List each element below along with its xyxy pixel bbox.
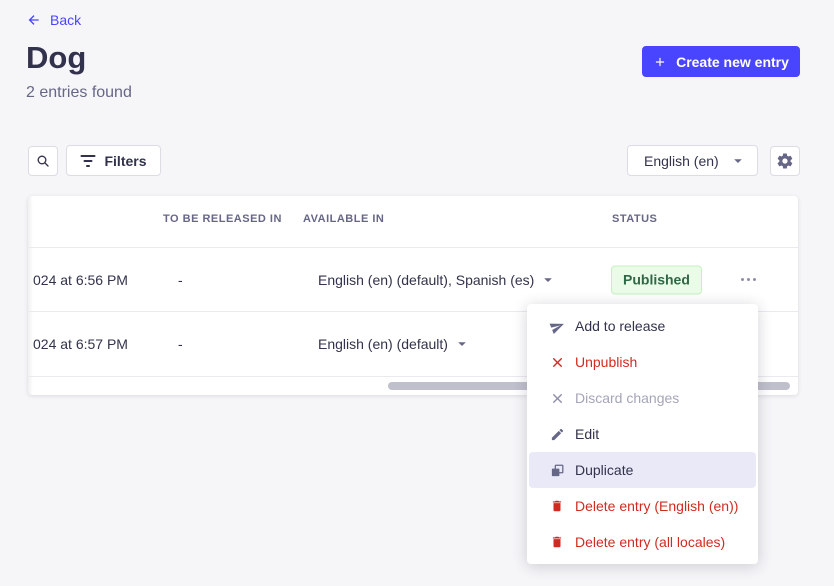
updated-at-cell: 024 at 6:56 PM: [33, 272, 128, 288]
menu-item-label: Delete entry (English (en)): [575, 498, 738, 514]
menu-item-edit[interactable]: Edit: [529, 416, 756, 452]
back-arrow-icon: [26, 12, 42, 28]
pencil-icon: [549, 426, 565, 442]
filters-button[interactable]: Filters: [66, 145, 161, 176]
column-header-to-be-released-in[interactable]: TO BE RELEASED IN: [163, 213, 282, 225]
search-button[interactable]: [28, 146, 58, 176]
menu-item-delete-entry-locale[interactable]: Delete entry (English (en)): [529, 488, 756, 524]
menu-item-duplicate[interactable]: Duplicate: [529, 452, 756, 488]
menu-item-unpublish[interactable]: Unpublish: [529, 344, 756, 380]
create-new-entry-button[interactable]: Create new entry: [642, 46, 800, 77]
menu-item-label: Discard changes: [575, 390, 679, 406]
menu-item-label: Add to release: [575, 318, 665, 334]
available-in-cell[interactable]: English (en) (default), Spanish (es): [318, 272, 554, 288]
menu-item-label: Duplicate: [575, 462, 633, 478]
to-be-released-in-cell: -: [178, 336, 183, 352]
back-link[interactable]: Back: [26, 12, 81, 28]
settings-button[interactable]: [770, 146, 800, 176]
row-actions-menu: Add to release Unpublish Discard changes…: [527, 304, 758, 564]
search-icon: [35, 153, 51, 169]
to-be-released-in-cell: -: [178, 272, 183, 288]
x-icon: [549, 390, 565, 406]
menu-item-add-to-release[interactable]: Add to release: [529, 308, 756, 344]
x-icon: [549, 354, 565, 370]
plus-icon: [653, 55, 667, 69]
filter-icon: [80, 155, 96, 167]
menu-item-label: Delete entry (all locales): [575, 534, 725, 550]
status-cell: Published: [611, 265, 702, 294]
column-header-available-in[interactable]: AVAILABLE IN: [303, 213, 384, 225]
available-in-value: English (en) (default), Spanish (es): [318, 272, 534, 288]
chevron-down-icon: [456, 338, 468, 350]
more-options-icon: [741, 278, 756, 281]
chevron-down-icon: [732, 155, 744, 167]
gear-icon: [776, 152, 794, 170]
chevron-down-icon: [542, 274, 554, 286]
filters-label: Filters: [104, 153, 146, 169]
paper-plane-icon: [549, 318, 565, 334]
row-actions-button[interactable]: [730, 268, 766, 292]
trash-icon: [549, 534, 565, 550]
locale-select-value: English (en): [644, 153, 719, 169]
locale-select[interactable]: English (en): [627, 145, 758, 176]
column-header-status[interactable]: STATUS: [612, 213, 657, 225]
available-in-value: English (en) (default): [318, 336, 448, 352]
entries-count: 2 entries found: [26, 84, 132, 102]
status-badge: Published: [611, 265, 702, 294]
trash-icon: [549, 498, 565, 514]
menu-item-label: Unpublish: [575, 354, 637, 370]
table-header-row: TO BE RELEASED IN AVAILABLE IN STATUS: [28, 196, 798, 248]
table-row[interactable]: 024 at 6:56 PM - English (en) (default),…: [28, 248, 798, 312]
page-title: Dog: [26, 40, 86, 76]
create-new-entry-label: Create new entry: [676, 54, 789, 70]
updated-at-cell: 024 at 6:57 PM: [33, 336, 128, 352]
menu-item-label: Edit: [575, 426, 599, 442]
menu-item-delete-entry-all-locales[interactable]: Delete entry (all locales): [529, 524, 756, 560]
available-in-cell[interactable]: English (en) (default): [318, 336, 468, 352]
back-label: Back: [50, 12, 81, 28]
menu-item-discard-changes[interactable]: Discard changes: [529, 380, 756, 416]
duplicate-icon: [549, 462, 565, 478]
